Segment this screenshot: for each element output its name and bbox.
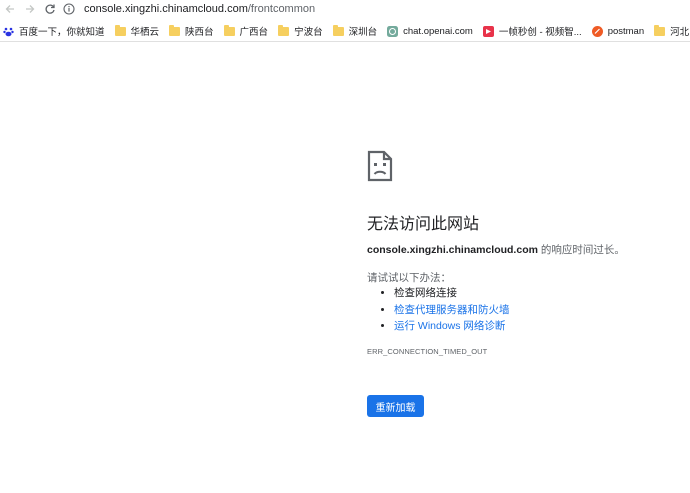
back-icon[interactable] [0, 0, 20, 18]
suggestion-link[interactable]: 检查代理服务器和防火墙 [394, 304, 510, 316]
bookmark-label: 河北台 [670, 27, 690, 38]
url-host: console.xingzhi.chinamcloud.com [84, 3, 248, 15]
error-host: console.xingzhi.chinamcloud.com [367, 244, 538, 256]
folder-icon [114, 24, 126, 36]
address-bar[interactable]: console.xingzhi.chinamcloud.com/frontcom… [62, 0, 682, 18]
yizhen-icon [482, 25, 494, 37]
error-description: console.xingzhi.chinamcloud.com 的响应时间过长。 [367, 242, 625, 257]
bookmark-shaanxi[interactable]: 陕西台 [169, 24, 214, 38]
folder-icon [169, 24, 181, 36]
folder-icon [278, 24, 290, 36]
url-path: /frontcommon [247, 3, 316, 15]
bookmark-label: 广西台 [239, 27, 269, 38]
forward-icon[interactable] [20, 0, 40, 18]
bookmark-baidu[interactable]: 百度一下，你就知道 [3, 24, 105, 38]
folder-icon [654, 24, 666, 36]
site-info-icon[interactable] [62, 2, 76, 16]
folder-icon [332, 24, 344, 36]
bookmark-guangxi[interactable]: 广西台 [223, 24, 269, 38]
browser-toolbar: console.xingzhi.chinamcloud.com/frontcom… [0, 0, 690, 18]
reload-button[interactable]: 重新加载 [367, 395, 424, 417]
postman-icon [591, 25, 603, 37]
bookmark-huaqiyun[interactable]: 华栖云 [114, 24, 160, 38]
bookmark-label: 一帧秒创 - 视频智... [498, 27, 582, 38]
try-label: 请试试以下办法： [367, 272, 451, 284]
sad-page-icon [367, 150, 393, 186]
suggestion-check-network: 检查网络连接 [394, 285, 510, 302]
bookmark-postman[interactable]: postman [591, 25, 645, 37]
suggestion-windows-diagnostics: 运行 Windows 网络诊断 [394, 318, 510, 335]
bookmark-label: 深圳台 [348, 27, 378, 38]
bookmark-label: chat.openai.com [403, 25, 473, 37]
error-code: ERR_CONNECTION_TIMED_OUT [367, 347, 488, 356]
error-desc-suffix: 的响应时间过长。 [537, 244, 625, 256]
openai-icon [387, 25, 399, 37]
bookmark-label: 陕西台 [185, 27, 214, 38]
suggestion-check-proxy: 检查代理服务器和防火墙 [394, 302, 510, 319]
bookmark-chat-openai[interactable]: chat.openai.com [387, 25, 473, 37]
bookmarks-bar: 百度一下，你就知道 华栖云 陕西台 广西台 宁波台 深圳台 chat.opena… [0, 21, 690, 42]
url-text[interactable]: console.xingzhi.chinamcloud.com/frontcom… [84, 3, 315, 15]
suggestion-text: 检查网络连接 [394, 287, 457, 299]
bookmark-label: 百度一下，你就知道 [19, 27, 105, 38]
suggestion-link[interactable]: 运行 Windows 网络诊断 [394, 320, 505, 332]
bookmark-ningbo[interactable]: 宁波台 [278, 24, 323, 38]
baidu-icon [3, 26, 14, 37]
bookmark-yizhen[interactable]: 一帧秒创 - 视频智... [482, 24, 582, 38]
suggestion-list: 检查网络连接 检查代理服务器和防火墙 运行 Windows 网络诊断 [367, 285, 510, 335]
bookmark-label: 宁波台 [294, 27, 323, 38]
error-title: 无法访问此网站 [367, 216, 480, 233]
bookmark-shenzhen[interactable]: 深圳台 [332, 24, 378, 38]
bookmark-label: 华栖云 [130, 27, 160, 38]
bookmark-hebei[interactable]: 河北台 [654, 24, 690, 38]
reload-icon[interactable] [40, 0, 60, 18]
bookmark-label: postman [607, 25, 645, 37]
folder-icon [223, 24, 235, 36]
